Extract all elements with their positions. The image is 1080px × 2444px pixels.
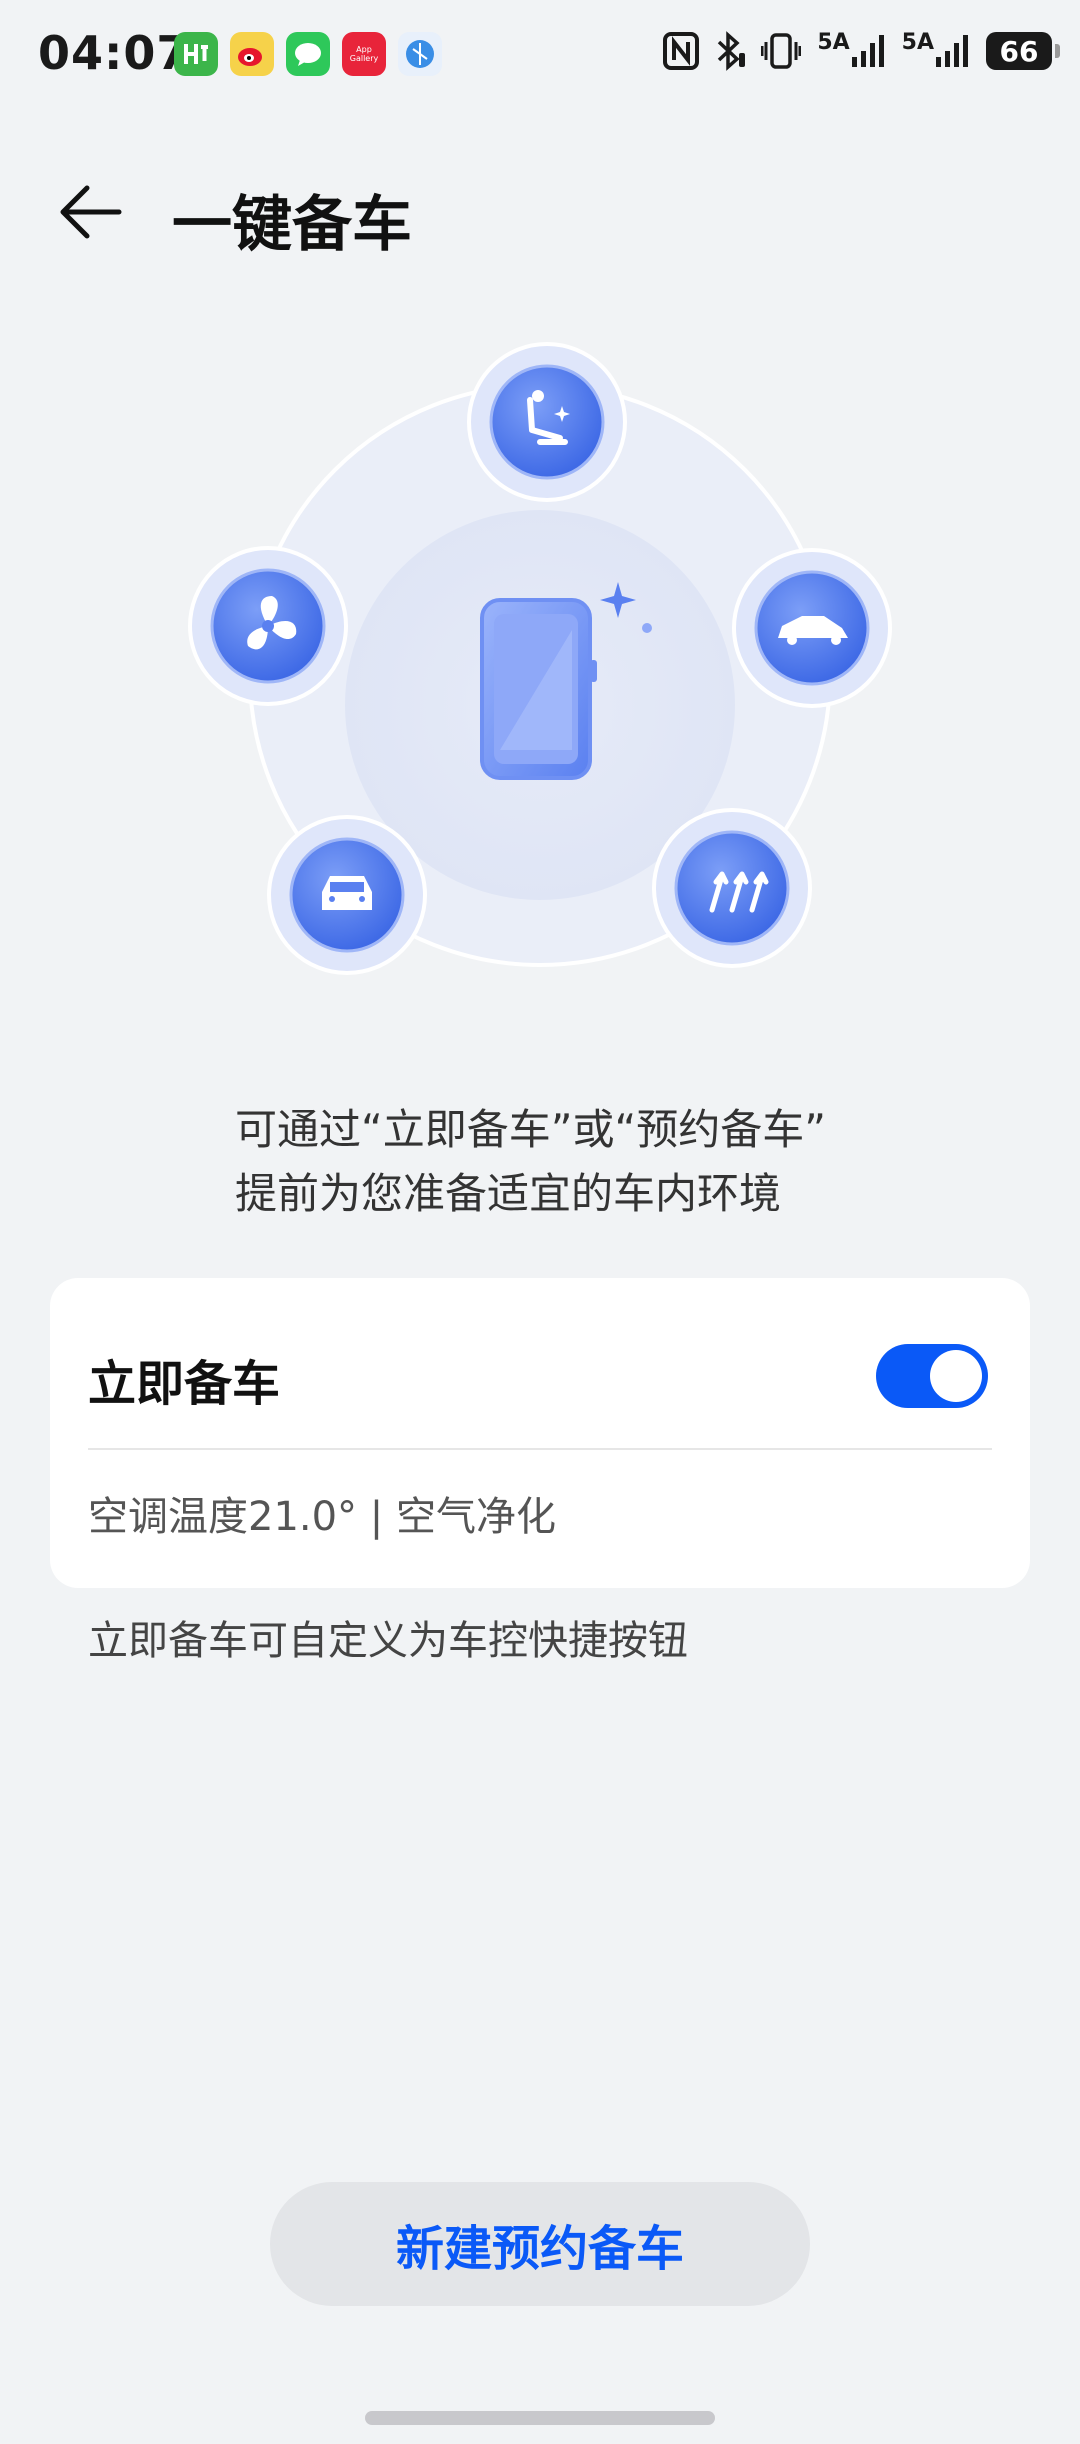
description-text: 可通过“立即备车”或“预约备车” 提前为您准备适宜的车内环境 — [235, 1098, 935, 1226]
instant-prep-title: 立即备车 — [88, 1356, 281, 1412]
seat-icon — [467, 342, 627, 502]
instant-prep-card[interactable]: 立即备车 空调温度21.0° | 空气净化 — [50, 1278, 1030, 1588]
fan-icon — [188, 546, 348, 706]
signal-2-icon: 5A — [902, 30, 970, 72]
back-arrow-icon — [60, 185, 122, 239]
browser-icon — [398, 32, 442, 76]
description-line-2: 提前为您准备适宜的车内环境 — [235, 1169, 782, 1218]
new-scheduled-prep-button[interactable]: 新建预约备车 — [270, 2182, 810, 2306]
instant-prep-toggle[interactable] — [876, 1344, 988, 1408]
toggle-knob — [930, 1350, 982, 1402]
defrost-icon — [652, 808, 812, 968]
battery-level: 66 — [999, 34, 1039, 68]
network-1-label: 5A — [817, 30, 850, 55]
signal-1-icon: 5A — [817, 30, 885, 72]
network-2-label: 5A — [901, 30, 934, 55]
battery-icon: 66 — [986, 32, 1060, 70]
bluetooth-icon — [715, 30, 746, 72]
helper-text: 立即备车可自定义为车控快捷按钮 — [88, 1618, 688, 1664]
system-icons: 5A 5A 66 — [663, 30, 1060, 72]
description-line-1: 可通过“立即备车”或“预约备车” — [235, 1105, 827, 1154]
messages-icon — [286, 32, 330, 76]
car-side-icon — [732, 548, 892, 708]
car-front-icon — [267, 815, 427, 975]
status-time: 04:07 — [38, 26, 190, 80]
notification-app-icons: App Gallery — [174, 32, 442, 76]
weibo-icon — [230, 32, 274, 76]
instant-prep-settings[interactable]: 空调温度21.0° | 空气净化 — [88, 1484, 556, 1542]
nfc-icon — [663, 30, 700, 72]
app-gallery-label: App Gallery — [349, 45, 379, 63]
car-preparation-illustration — [160, 330, 920, 1010]
status-bar: 04:07 App Gallery 5A 5A 66 — [0, 0, 1080, 110]
page-title: 一键备车 — [172, 190, 412, 260]
app-gallery-icon: App Gallery — [342, 32, 386, 76]
home-indicator[interactable] — [365, 2411, 715, 2425]
card-divider — [88, 1448, 992, 1450]
app-header: 一键备车 — [0, 150, 1080, 270]
green-app-icon — [174, 32, 218, 76]
back-button[interactable] — [50, 172, 130, 252]
vibrate-icon — [761, 30, 802, 72]
